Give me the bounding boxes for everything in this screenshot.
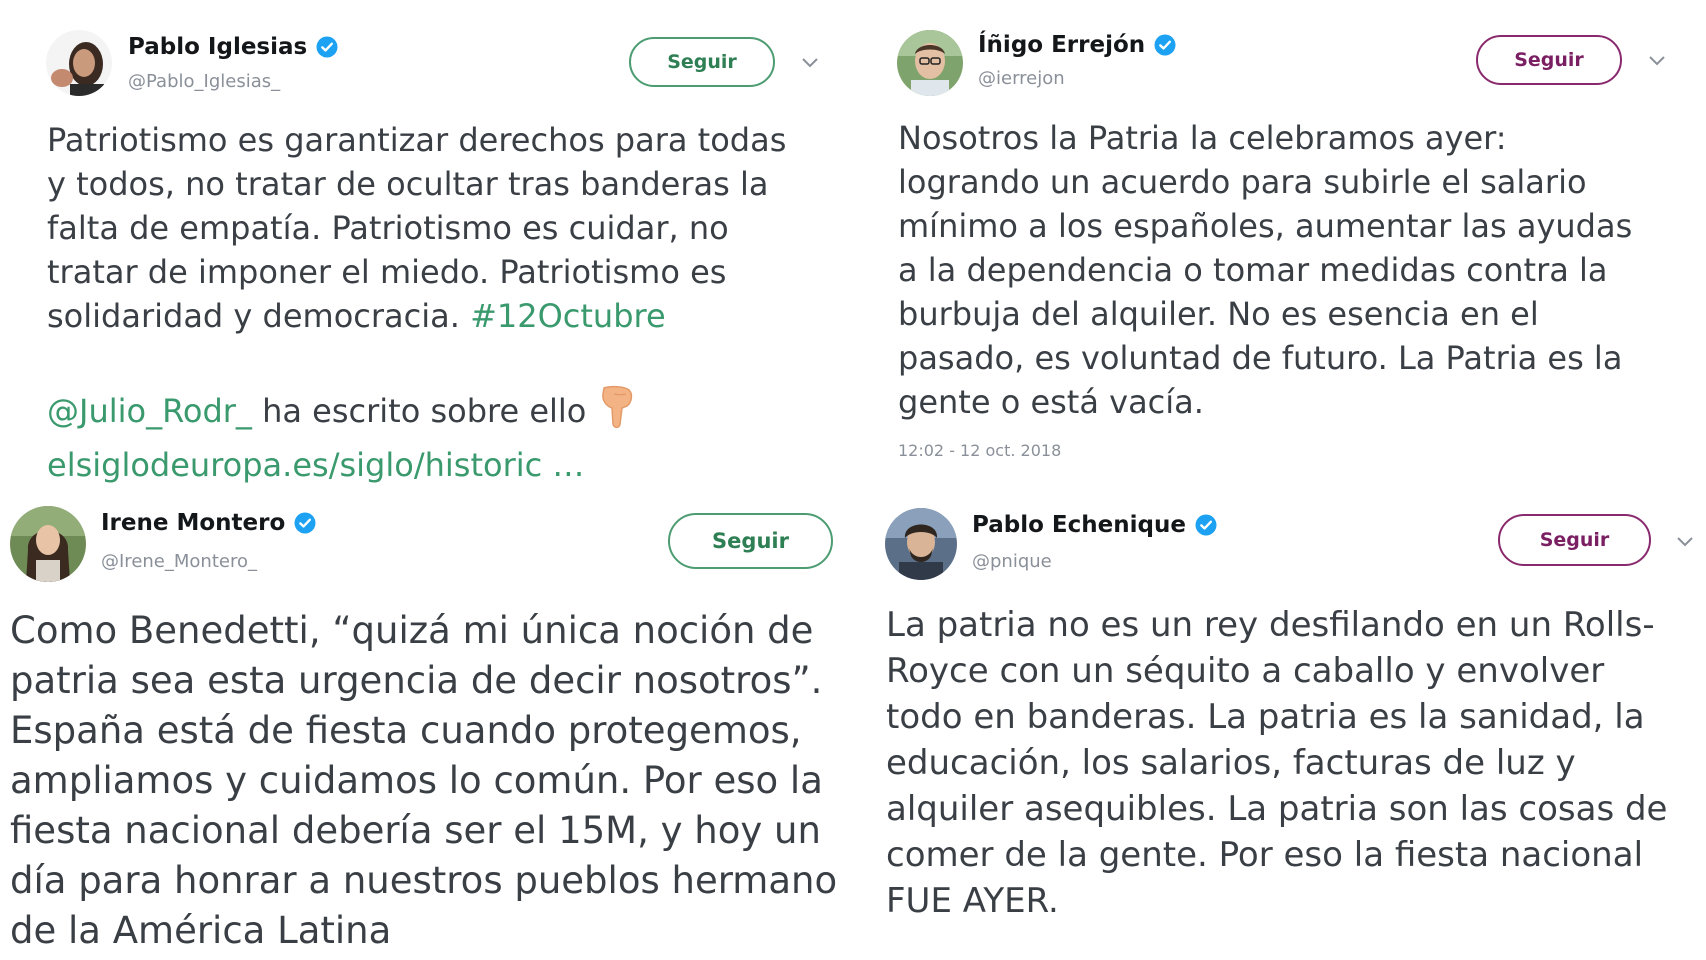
follow-button[interactable]: Seguir bbox=[1498, 514, 1651, 566]
text-line: Como Benedetti, “quizá mi única noción d… bbox=[10, 609, 814, 652]
text-line: educación, los salarios, facturas de luz… bbox=[886, 743, 1576, 783]
verified-badge-icon bbox=[294, 512, 316, 534]
text-line: FUE AYER. bbox=[886, 881, 1059, 921]
text-line: falta de empatía. Patriotismo es cuidar,… bbox=[47, 209, 729, 247]
hashtag-link[interactable]: #12Octubre bbox=[470, 297, 666, 335]
tweet-irene-montero: Irene Montero @Irene_Montero_ Seguir Com… bbox=[0, 480, 850, 960]
author-handle[interactable]: @ierrejon bbox=[978, 68, 1065, 89]
follow-button[interactable]: Seguir bbox=[668, 513, 833, 569]
text-line: burbuja del alquiler. No es esencia en e… bbox=[898, 295, 1539, 333]
text-line: alquiler asequibles. La patria son las c… bbox=[886, 789, 1668, 829]
text-line: tratar de imponer el miedo. Patriotismo … bbox=[47, 253, 727, 291]
avatar[interactable] bbox=[897, 30, 963, 96]
author-name[interactable]: Íñigo Errejón bbox=[978, 32, 1176, 58]
text-line: de la América Latina bbox=[10, 909, 392, 952]
tweet-pablo-echenique: Pablo Echenique @pnique Seguir La patria… bbox=[853, 480, 1706, 960]
author-handle[interactable]: @Pablo_Iglesias_ bbox=[128, 71, 280, 92]
tweet-text: Patriotismo es garantizar derechos para … bbox=[47, 118, 786, 338]
tweet-mention-line: @Julio_Rodr_ ha escrito sobre ello elsig… bbox=[47, 384, 634, 488]
author-name[interactable]: Pablo Echenique bbox=[972, 512, 1217, 538]
follow-button[interactable]: Seguir bbox=[629, 37, 775, 87]
mention-line: @Julio_Rodr_ ha escrito sobre ello bbox=[47, 384, 634, 442]
author-name[interactable]: Irene Montero bbox=[101, 510, 316, 536]
text-line: España está de fiesta cuando protegemos, bbox=[10, 709, 802, 752]
text-line: Royce con un séquito a caballo y envolve… bbox=[886, 651, 1605, 691]
chevron-down-icon[interactable] bbox=[1648, 55, 1666, 67]
text-line: día para honrar a nuestros pueblos herma… bbox=[10, 859, 838, 902]
mention-link[interactable]: @Julio_Rodr_ bbox=[47, 392, 252, 430]
text-line: fiesta nacional debería ser el 15M, y ho… bbox=[10, 809, 821, 852]
tweet-text: Como Benedetti, “quizá mi única noción d… bbox=[10, 606, 837, 956]
avatar[interactable] bbox=[10, 506, 86, 582]
author-handle[interactable]: @Irene_Montero_ bbox=[101, 551, 257, 572]
author-name[interactable]: Pablo Iglesias bbox=[128, 34, 338, 60]
chevron-down-icon[interactable] bbox=[801, 57, 819, 69]
text-line: comer de la gente. Por eso la fiesta nac… bbox=[886, 835, 1644, 875]
text-line: gente o está vacía. bbox=[898, 383, 1204, 421]
text-line: solidaridad y democracia. #12Octubre bbox=[47, 297, 666, 335]
text-line: Patriotismo es garantizar derechos para … bbox=[47, 121, 787, 159]
avatar[interactable] bbox=[46, 30, 112, 96]
text-line: todo en banderas. La patria es la sanida… bbox=[886, 697, 1645, 737]
text-line: mínimo a los españoles, aumentar las ayu… bbox=[898, 207, 1633, 245]
tweet-text: Nosotros la Patria la celebramos ayer: l… bbox=[898, 116, 1632, 424]
text-line: Nosotros la Patria la celebramos ayer: bbox=[898, 119, 1507, 157]
text-line: a la dependencia o tomar medidas contra … bbox=[898, 251, 1608, 289]
text-line: y todos, no tratar de ocultar tras bande… bbox=[47, 165, 769, 203]
text-line: pasado, es voluntad de futuro. La Patria… bbox=[898, 339, 1623, 377]
pointing-down-hand-icon bbox=[600, 384, 634, 442]
tweet-timestamp[interactable]: 12:02 - 12 oct. 2018 bbox=[898, 441, 1061, 460]
text-line: ampliamos y cuidamos lo común. Por eso l… bbox=[10, 759, 823, 802]
author-handle[interactable]: @pnique bbox=[972, 551, 1052, 572]
follow-button[interactable]: Seguir bbox=[1476, 35, 1622, 85]
text-line: logrando un acuerdo para subirle el sala… bbox=[898, 163, 1587, 201]
verified-badge-icon bbox=[316, 36, 338, 58]
verified-badge-icon bbox=[1195, 514, 1217, 536]
tweet-pablo-iglesias: Pablo Iglesias @Pablo_Iglesias_ Seguir P… bbox=[0, 0, 850, 484]
avatar[interactable] bbox=[885, 508, 957, 580]
text-line: patria sea esta urgencia de decir nosotr… bbox=[10, 659, 823, 702]
tweet-inigo-errejon: Íñigo Errejón @ierrejon Seguir Nosotros … bbox=[853, 0, 1706, 480]
chevron-down-icon[interactable] bbox=[1676, 536, 1694, 548]
url-link[interactable]: elsiglodeuropa.es/siglo/historic bbox=[47, 446, 542, 484]
text-line: La patria no es un rey desfilando en un … bbox=[886, 605, 1655, 645]
verified-badge-icon bbox=[1154, 34, 1176, 56]
tweet-text: La patria no es un rey desfilando en un … bbox=[886, 602, 1667, 924]
